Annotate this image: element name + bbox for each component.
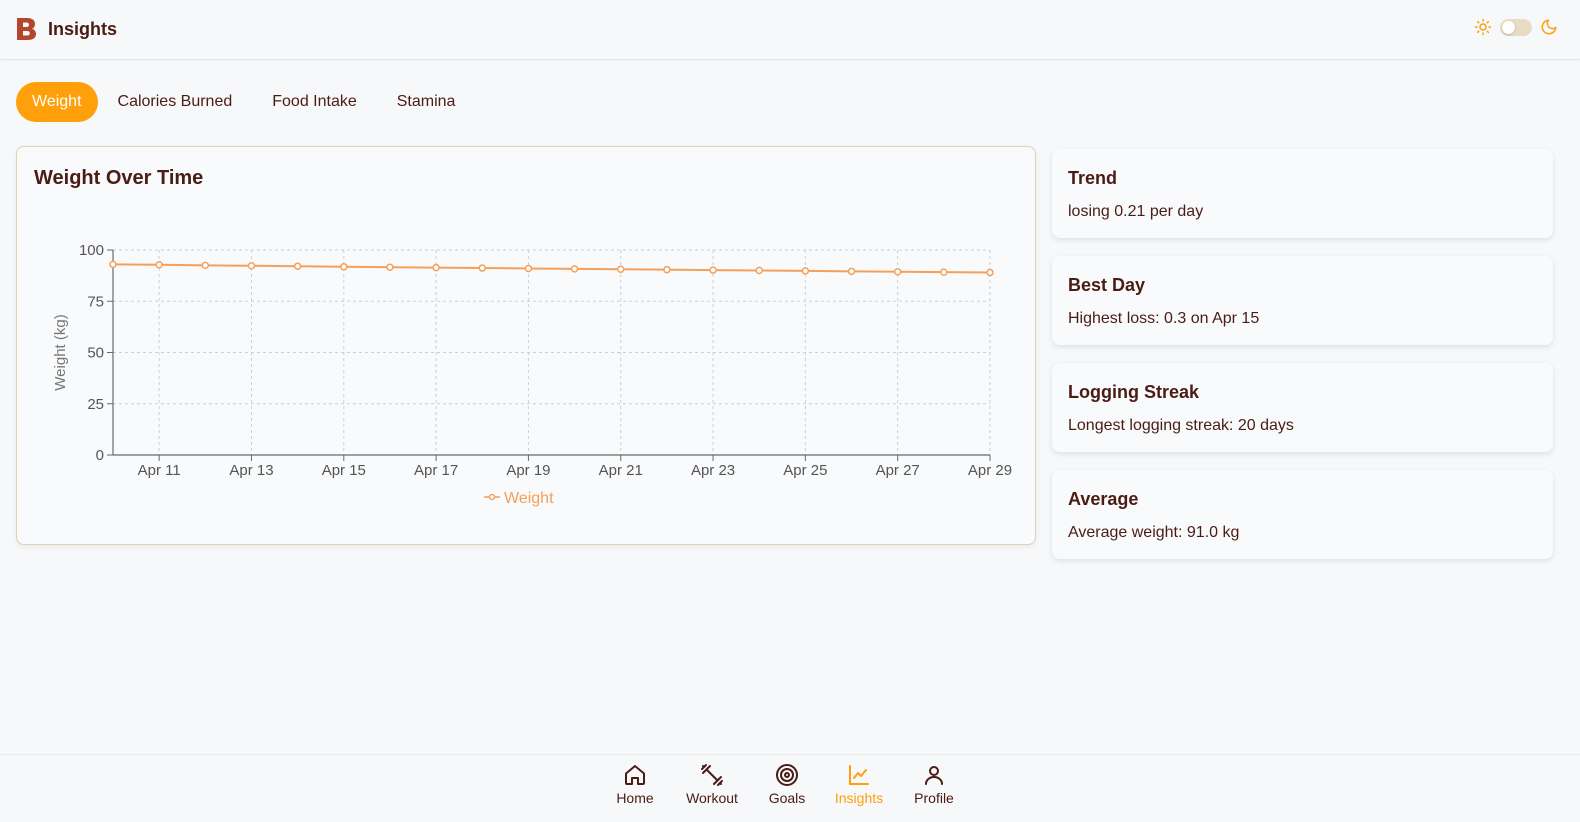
bottom-nav: Home Workout Goals Insights Profile <box>0 754 1580 822</box>
data-point <box>801 267 810 275</box>
legend-label: Weight <box>504 490 554 507</box>
nav-goals-label: Goals <box>768 790 806 806</box>
legend-marker <box>488 493 496 501</box>
weight-line-chart: 0 25 50 75 100 Apr 11 Apr 13 Apr 15 Apr 17 Apr 19… <box>52 242 1012 507</box>
data-point <box>386 263 394 271</box>
data-point <box>478 264 487 272</box>
tab-calories-burned[interactable]: Calories Burned <box>98 82 253 122</box>
y-tick-label: 100 <box>79 242 104 259</box>
data-point <box>616 265 625 274</box>
target-icon <box>776 764 798 786</box>
average-title: Average <box>1068 489 1139 509</box>
x-tick-label: Apr 11 <box>138 462 181 479</box>
moon-icon <box>1541 19 1557 35</box>
y-tick-label: 0 <box>96 447 104 464</box>
trend-title: Trend <box>1068 168 1118 188</box>
x-tick-label: Apr 15 <box>322 462 366 479</box>
insight-tabs: Weight Calories Burned Food Intake Stami… <box>16 82 475 122</box>
nav-workout-label: Workout <box>686 790 738 806</box>
data-point <box>201 261 210 270</box>
data-point <box>940 268 948 276</box>
trend-card: Trend losing 0.21 per day <box>1052 149 1553 238</box>
tab-food-intake[interactable]: Food Intake <box>252 82 377 122</box>
theme-toggle-group <box>1474 18 1558 36</box>
x-tick-label: Apr 29 <box>968 462 1012 479</box>
data-point <box>847 267 856 276</box>
data-point <box>570 265 579 273</box>
data-point <box>663 265 671 274</box>
x-tick-label: Apr 27 <box>876 462 920 479</box>
x-tick-label: Apr 19 <box>506 462 550 479</box>
dark-mode-switch[interactable] <box>1500 18 1532 36</box>
best-day-text: Highest loss: 0.3 on Apr 15 <box>1068 310 1260 327</box>
data-point <box>109 260 117 269</box>
data-point <box>432 263 440 272</box>
data-point <box>893 267 902 276</box>
x-tick-label: Apr 17 <box>414 462 458 479</box>
nav-insights-label: Insights <box>834 790 884 806</box>
tab-stamina[interactable]: Stamina <box>377 82 476 122</box>
tab-weight[interactable]: Weight <box>16 82 98 122</box>
nav-goals[interactable]: Goals <box>767 763 807 806</box>
x-tick-label: Apr 21 <box>599 462 643 479</box>
logging-streak-text: Longest logging streak: 20 days <box>1068 417 1294 434</box>
best-day-title: Best Day <box>1068 275 1146 295</box>
trend-text: losing 0.21 per day <box>1068 203 1204 220</box>
nav-insights[interactable]: Insights <box>833 763 885 806</box>
y-axis-label: Weight (kg) <box>52 314 69 390</box>
data-point <box>709 266 717 274</box>
data-point <box>247 262 256 270</box>
data-point <box>986 268 994 277</box>
nav-workout[interactable]: Workout <box>684 763 740 806</box>
chart-icon <box>849 765 869 785</box>
x-tick-label: Apr 23 <box>691 462 735 479</box>
series-line <box>112 263 991 274</box>
y-tick-label: 75 <box>87 293 104 310</box>
page-title: Insights <box>48 19 118 39</box>
y-tick-label: 50 <box>87 345 104 362</box>
weight-chart-card: Weight Over Time 0 25 50 75 100 Apr 11 Apr 13 A… <box>16 146 1036 545</box>
average-card: Average Average weight: 91.0 kg <box>1052 470 1553 559</box>
sun-icon <box>1474 18 1492 36</box>
y-tick-label: 25 <box>87 396 104 413</box>
dumbbell-icon <box>701 764 723 786</box>
home-icon <box>625 765 645 785</box>
nav-home[interactable]: Home <box>613 763 657 806</box>
nav-profile[interactable]: Profile <box>911 763 957 806</box>
nav-profile-label: Profile <box>914 790 954 806</box>
logging-streak-title: Logging Streak <box>1068 382 1200 402</box>
data-point <box>755 266 763 275</box>
user-icon <box>925 766 943 785</box>
average-text: Average weight: 91.0 kg <box>1068 524 1240 541</box>
logging-streak-card: Logging Streak Longest logging streak: 2… <box>1052 363 1553 452</box>
data-point <box>524 264 533 273</box>
best-day-card: Best Day Highest loss: 0.3 on Apr 15 <box>1052 256 1553 345</box>
data-point <box>293 262 302 270</box>
app-logo <box>17 18 36 40</box>
data-point <box>155 261 163 269</box>
x-tick-label: Apr 13 <box>229 462 273 479</box>
top-bar: Insights <box>0 0 1580 60</box>
nav-home-label: Home <box>616 790 654 806</box>
data-point <box>340 263 348 271</box>
x-tick-label: Apr 25 <box>783 462 827 479</box>
